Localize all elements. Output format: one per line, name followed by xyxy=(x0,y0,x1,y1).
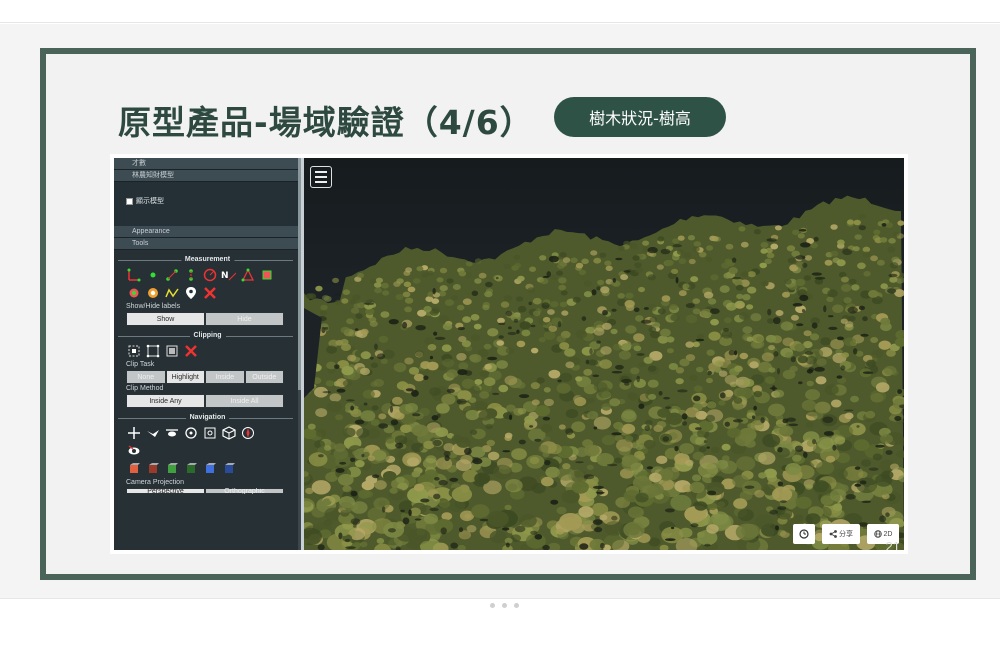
focus-icon[interactable] xyxy=(202,426,217,441)
azimuth-tool-icon[interactable]: N xyxy=(221,268,236,283)
clip-task-toggle: None Highlight Inside Outside xyxy=(126,370,284,384)
accordion-header-tools[interactable]: Tools xyxy=(114,238,301,250)
potree-app: 才數 林農知財模型 顯示模型 Appearance Tools Measurem… xyxy=(114,158,904,550)
svg-text:N: N xyxy=(221,271,229,281)
area-tool-icon[interactable] xyxy=(240,268,255,283)
clipping-tools-row xyxy=(114,342,301,360)
front-view-icon[interactable] xyxy=(164,462,179,477)
clip-task-label: Clip Task xyxy=(126,361,155,368)
navigation-tools-row1 xyxy=(114,424,301,442)
clip-task-highlight[interactable]: Highlight xyxy=(165,370,205,384)
forest-point-cloud[interactable] xyxy=(304,158,904,550)
view-2d-label: 2D xyxy=(883,530,893,538)
compass-icon[interactable] xyxy=(240,426,255,441)
share-label: 分享 xyxy=(839,531,853,538)
projection-perspective[interactable]: Perspective xyxy=(126,488,205,494)
navigation-divider: Navigation xyxy=(114,412,301,424)
show-model-label: 顯示模型 xyxy=(136,198,164,205)
top-rule xyxy=(0,22,1000,23)
clip-method-label: Clip Method xyxy=(126,385,164,392)
labels-hide-button[interactable]: Hide xyxy=(205,312,284,326)
accordion-header-layer1[interactable]: 才數 xyxy=(114,158,301,170)
camera-projection-toggle: Perspective Orthographic xyxy=(126,488,284,494)
accordion-header-layer2[interactable]: 林農知財模型 xyxy=(114,170,301,182)
viewer-screenshot: 才數 林農知財模型 顯示模型 Appearance Tools Measurem… xyxy=(110,154,908,554)
slide-title: 原型產品-場域驗證（4/6） xyxy=(118,103,534,142)
measurement-heading: Measurement xyxy=(180,254,235,266)
show-model-row[interactable]: 顯示模型 xyxy=(126,196,164,206)
earth-controls-icon[interactable] xyxy=(126,426,141,441)
remove-measurements-icon[interactable] xyxy=(202,286,217,301)
accordion-header-appearance[interactable]: Appearance xyxy=(114,226,301,238)
clip-task-inside[interactable]: Inside xyxy=(205,370,245,384)
helicopter-controls-icon[interactable] xyxy=(164,426,179,441)
clip-screen-box-icon[interactable] xyxy=(164,344,179,359)
show-model-checkbox[interactable] xyxy=(126,197,133,205)
globe-icon xyxy=(873,530,882,538)
camera-animation-icon[interactable] xyxy=(126,444,141,459)
profile-tool-icon[interactable] xyxy=(145,286,160,301)
show-hide-labels-label: Show/Hide labels xyxy=(126,303,181,310)
back-view-icon[interactable] xyxy=(183,462,198,477)
orbit-controls-icon[interactable] xyxy=(183,426,198,441)
remove-clipping-icon[interactable] xyxy=(183,344,198,359)
page-dot[interactable] xyxy=(502,603,507,608)
sphere-volume-tool-icon[interactable] xyxy=(126,286,141,301)
camera-projection-label: Camera Projection xyxy=(126,479,184,486)
menu-toggle-button[interactable] xyxy=(310,166,332,188)
clock-button[interactable] xyxy=(793,524,815,544)
accordion-panel-model: 顯示模型 xyxy=(114,182,301,226)
sidebar: 才數 林農知財模型 顯示模型 Appearance Tools Measurem… xyxy=(114,158,301,550)
navigation-tools-row2 xyxy=(114,442,301,460)
polyline-tool-icon[interactable] xyxy=(164,286,179,301)
bottom-view-icon[interactable] xyxy=(221,462,236,477)
clip-task-none[interactable]: None xyxy=(126,370,166,384)
share-icon xyxy=(829,530,837,538)
clip-task-outside[interactable]: Outside xyxy=(244,370,284,384)
clip-method-inside-all[interactable]: Inside All xyxy=(205,394,284,408)
measurement-tools-row1: N xyxy=(114,266,301,284)
clip-method-toggle: Inside Any Inside All xyxy=(126,394,284,408)
left-view-icon[interactable] xyxy=(126,462,141,477)
height-tool-icon[interactable] xyxy=(183,268,198,283)
topic-tag: 樹木狀況-樹高 xyxy=(554,97,726,137)
clip-volume-icon[interactable] xyxy=(126,344,141,359)
labels-toggle: Show Hide xyxy=(126,312,284,326)
fly-controls-icon[interactable] xyxy=(145,426,160,441)
clip-polygon-icon[interactable] xyxy=(145,344,160,359)
measurement-divider: Measurement xyxy=(114,254,301,266)
projection-orthographic[interactable]: Orthographic xyxy=(205,488,284,494)
clip-method-inside-any[interactable]: Inside Any xyxy=(126,394,205,408)
point-tool-icon[interactable] xyxy=(145,268,160,283)
right-view-icon[interactable] xyxy=(145,462,160,477)
distance-tool-icon[interactable] xyxy=(164,268,179,283)
pagination-dots[interactable] xyxy=(490,603,519,608)
labels-show-button[interactable]: Show xyxy=(126,312,205,326)
annotation-tool-icon[interactable] xyxy=(183,286,198,301)
corner-number: 21 xyxy=(885,539,900,550)
angle-tool-icon[interactable] xyxy=(126,268,141,283)
circle-tool-icon[interactable] xyxy=(202,268,217,283)
navigation-heading: Navigation xyxy=(185,412,230,424)
clipping-heading: Clipping xyxy=(189,330,226,342)
clock-icon xyxy=(799,529,809,539)
point-cloud-viewer[interactable]: 分享 2D 21 xyxy=(301,158,904,550)
measurement-tools-row2 xyxy=(114,284,301,302)
volume-tool-icon[interactable] xyxy=(259,268,274,283)
hamburger-icon xyxy=(315,171,327,173)
top-view-icon[interactable] xyxy=(202,462,217,477)
page-dot[interactable] xyxy=(514,603,519,608)
bottom-rule xyxy=(0,598,1000,599)
view-cube-row xyxy=(114,460,301,478)
slide-frame: 原型產品-場域驗證（4/6） 樹木狀況-樹高 才數 林農知財模型 顯示模型 Ap… xyxy=(40,48,976,580)
share-button[interactable]: 分享 xyxy=(822,524,860,544)
page-dot[interactable] xyxy=(490,603,495,608)
clipping-divider: Clipping xyxy=(114,330,301,342)
navigation-cube-icon[interactable] xyxy=(221,426,236,441)
